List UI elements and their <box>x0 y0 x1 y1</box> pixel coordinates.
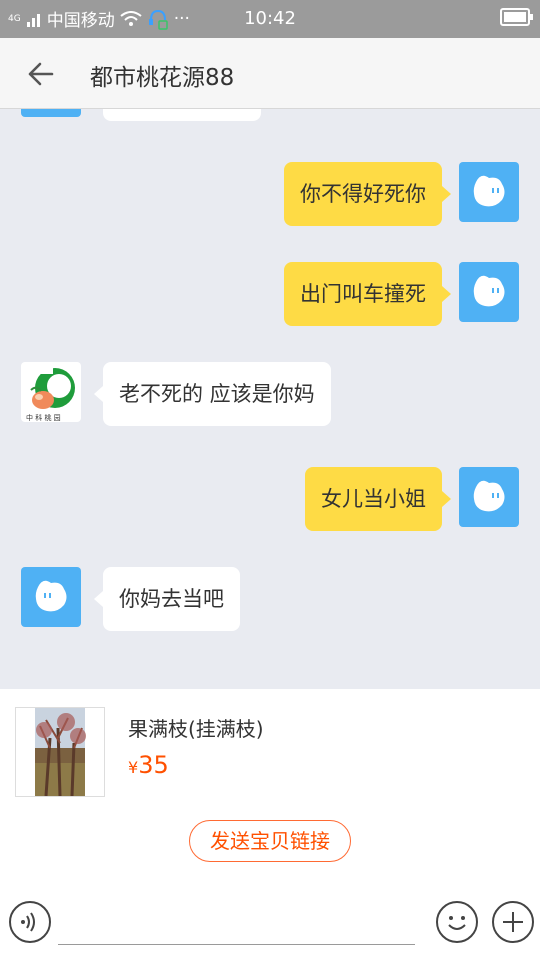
tree-photo <box>16 708 104 796</box>
currency-symbol: ¥ <box>128 758 139 777</box>
status-bar: 4G 中国移动 ··· 10:42 <box>0 0 540 38</box>
voice-button[interactable] <box>9 901 51 943</box>
message-input[interactable] <box>58 944 415 945</box>
smiley-icon <box>448 916 466 930</box>
battery-icon <box>500 8 533 26</box>
status-time: 10:42 <box>244 8 296 29</box>
send-product-link-button[interactable]: 发送宝贝链接 <box>189 820 351 862</box>
message-text: 出门叫车撞死 <box>300 282 426 306</box>
message-bubble[interactable]: 女儿当小姐 <box>305 467 451 531</box>
message-bubble[interactable]: 出门叫车撞死 <box>284 262 451 326</box>
mascot-avatar-icon <box>35 580 67 612</box>
message-bubble[interactable]: 你不得好死你 <box>284 162 451 226</box>
emoji-button[interactable] <box>436 901 478 943</box>
more-button[interactable] <box>492 901 534 943</box>
shop-avatar[interactable]: 中 科 桃 园 <box>21 362 81 422</box>
message-text: 你妈去当吧 <box>119 587 224 611</box>
mascot-avatar-icon <box>473 275 505 307</box>
product-name[interactable]: 果满枝(挂满枝) <box>128 713 264 742</box>
input-bar <box>0 884 540 960</box>
voice-icon <box>21 912 35 932</box>
partial-message-bubble <box>103 109 261 121</box>
peach-logo-icon: 中 科 桃 园 <box>25 364 77 422</box>
chat-header: 都市桃花源88 <box>0 38 540 109</box>
back-arrow-icon[interactable] <box>26 60 56 88</box>
plus-icon <box>503 912 523 932</box>
message-text: 女儿当小姐 <box>321 487 426 511</box>
message-text: 老不死的 应该是你妈 <box>119 382 315 406</box>
message-bubble[interactable]: 老不死的 应该是你妈 <box>94 362 331 426</box>
message-bubble[interactable]: 你妈去当吧 <box>94 567 240 631</box>
message-text: 你不得好死你 <box>300 182 426 206</box>
mascot-avatar-icon <box>473 175 505 207</box>
partial-avatar <box>21 109 81 117</box>
price-value: 35 <box>138 751 169 779</box>
product-price: ¥35 <box>128 751 169 779</box>
self-avatar[interactable] <box>459 467 519 527</box>
product-thumbnail[interactable] <box>15 707 105 797</box>
product-card[interactable]: 果满枝(挂满枝) ¥35 发送宝贝链接 <box>0 689 540 884</box>
svg-text:中 科 桃 园: 中 科 桃 园 <box>26 413 61 422</box>
chat-title: 都市桃花源88 <box>90 65 235 91</box>
mascot-avatar-icon <box>473 480 505 512</box>
self-avatar[interactable] <box>459 262 519 322</box>
self-avatar[interactable] <box>459 162 519 222</box>
contact-avatar[interactable] <box>21 567 81 627</box>
chat-area[interactable]: 你不得好死你 出门叫车撞死 中 科 桃 园 老不死的 应该是你妈 女儿当小姐 你… <box>0 109 540 689</box>
